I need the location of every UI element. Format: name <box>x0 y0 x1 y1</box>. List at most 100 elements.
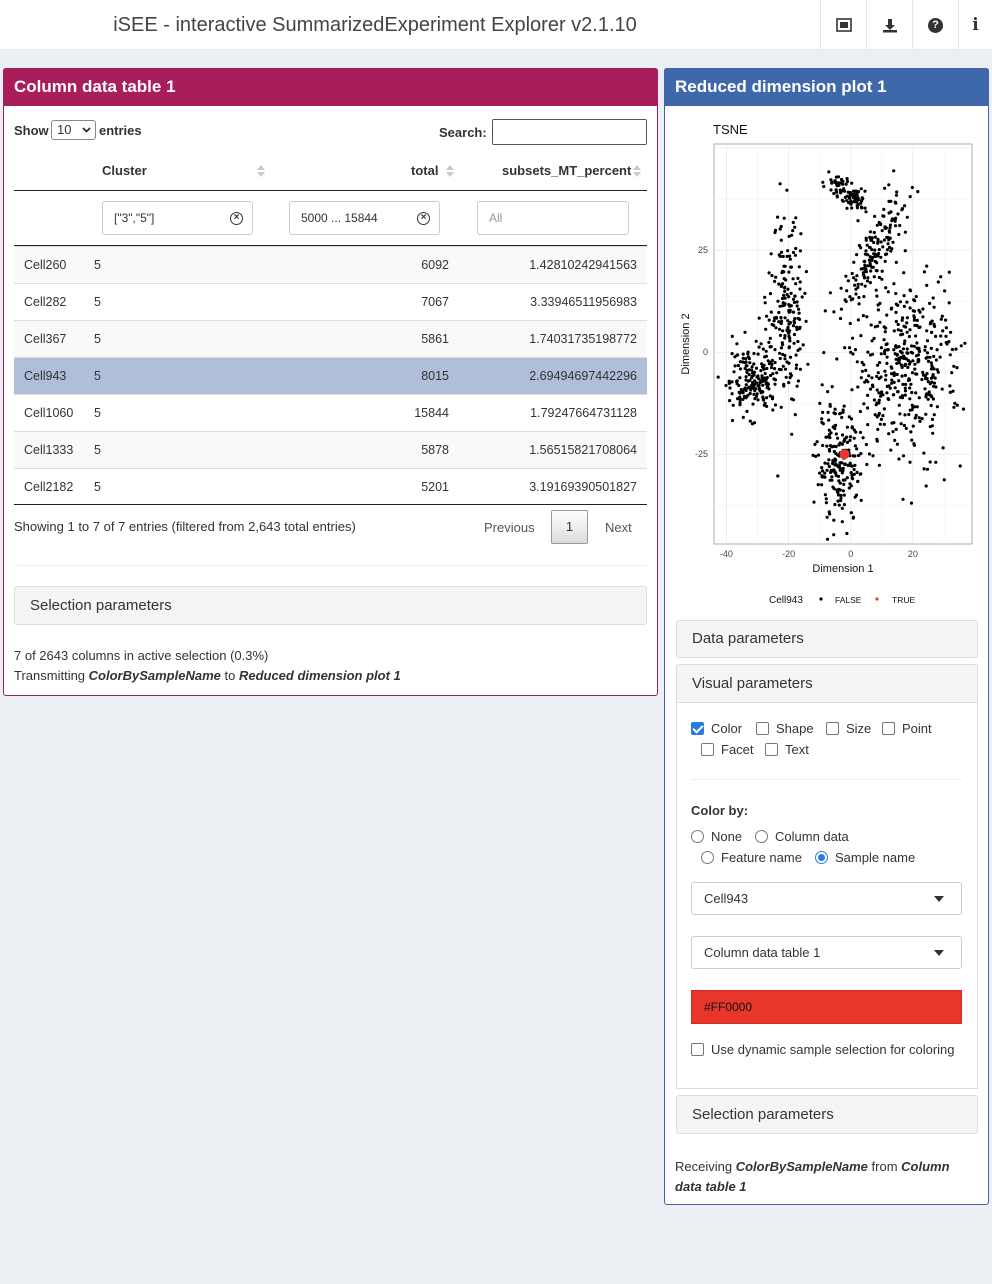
previous-button[interactable]: Previous <box>484 520 535 535</box>
data-point <box>738 400 742 405</box>
data-point <box>750 368 754 372</box>
table-row[interactable]: Cell282 5 7067 3.33946511956983 <box>14 283 647 320</box>
cell-mt-percent: 3.33946511956983 <box>530 295 637 309</box>
data-point <box>830 478 834 482</box>
page-1-button[interactable]: 1 <box>551 510 588 544</box>
entries-select[interactable]: 10 <box>51 120 96 140</box>
color-by-sample-name-radio[interactable] <box>815 851 828 864</box>
color-checkbox[interactable] <box>691 722 704 735</box>
data-point <box>854 200 858 204</box>
table-row[interactable]: Cell260 5 6092 1.42810242941563 <box>14 246 647 283</box>
data-point <box>863 284 867 288</box>
table-row[interactable]: Cell2182 5 5201 3.19169390501827 <box>14 468 647 505</box>
data-point <box>795 304 799 308</box>
data-point <box>892 329 896 333</box>
data-point <box>761 397 765 401</box>
data-point <box>744 383 748 387</box>
data-point <box>765 314 769 318</box>
data-point <box>828 436 832 440</box>
data-point <box>884 342 888 347</box>
color-by-feature-name-radio[interactable] <box>701 851 714 864</box>
selection-parameters-toggle[interactable]: Selection parameters <box>14 586 647 625</box>
data-point <box>935 368 939 372</box>
clear-filter-icon[interactable]: × <box>417 212 430 225</box>
data-point <box>786 319 790 323</box>
sort-icon[interactable] <box>257 165 265 177</box>
entries-value: 10 <box>57 122 72 137</box>
column-header-subsets-mt-percent[interactable]: subsets_MT_percent <box>502 163 631 178</box>
data-point <box>871 454 875 458</box>
source-table-select[interactable]: Column data table 1 <box>691 936 962 969</box>
text-checkbox[interactable] <box>765 743 778 756</box>
sample-name-select[interactable]: Cell943 <box>691 882 962 915</box>
data-point <box>840 461 844 465</box>
data-point <box>918 419 922 423</box>
data-point <box>868 387 873 391</box>
data-point <box>850 193 854 197</box>
table-row[interactable]: Cell1333 5 5878 1.56515821708064 <box>14 431 647 468</box>
data-point <box>881 393 885 397</box>
total-filter-input[interactable]: 5000 ... 15844 × <box>289 201 440 235</box>
data-point <box>929 376 933 380</box>
data-point <box>798 347 802 351</box>
data-point <box>859 498 863 502</box>
data-point <box>781 364 785 368</box>
data-point <box>893 438 897 442</box>
data-point <box>830 475 834 479</box>
color-by-column-data-radio[interactable] <box>755 830 768 843</box>
data-point <box>869 323 873 327</box>
size-checkbox[interactable] <box>826 722 839 735</box>
data-point <box>735 353 739 357</box>
data-point <box>780 271 784 275</box>
download-button[interactable] <box>866 0 912 50</box>
visual-parameters-toggle[interactable]: Visual parameters <box>676 664 978 703</box>
point-checkbox[interactable] <box>882 722 895 735</box>
table-row-selected[interactable]: Cell943 5 8015 2.69494697442296 <box>14 357 647 394</box>
shape-checkbox[interactable] <box>756 722 769 735</box>
screenshot-button[interactable] <box>820 0 866 50</box>
data-point <box>845 179 850 184</box>
data-point <box>779 250 784 254</box>
data-point <box>779 315 783 320</box>
facet-checkbox[interactable] <box>701 743 714 756</box>
data-point <box>917 416 921 420</box>
data-point <box>849 199 853 203</box>
search-input[interactable] <box>492 119 647 145</box>
next-button[interactable]: Next <box>605 520 632 535</box>
data-point <box>791 250 796 255</box>
data-point <box>882 422 886 426</box>
data-point <box>866 406 870 410</box>
cluster-filter-input[interactable]: ["3","5"] × <box>102 201 253 235</box>
data-point <box>787 334 791 338</box>
data-point <box>845 177 849 181</box>
table-row[interactable]: Cell367 5 5861 1.74031735198772 <box>14 320 647 357</box>
color-by-none-radio[interactable] <box>691 830 704 843</box>
data-point <box>828 291 832 295</box>
help-button[interactable]: ? <box>912 0 958 50</box>
data-point <box>930 330 934 334</box>
column-header-total[interactable]: total <box>411 163 438 178</box>
sort-icon[interactable] <box>633 165 641 177</box>
color-by-sample-name-label: Sample name <box>835 850 916 865</box>
selection-parameters-toggle[interactable]: Selection parameters <box>676 1095 978 1134</box>
sort-icon[interactable] <box>446 165 454 177</box>
column-header-cluster[interactable]: Cluster <box>102 163 147 178</box>
data-parameters-toggle[interactable]: Data parameters <box>676 620 978 658</box>
table-row[interactable]: Cell1060 5 15844 1.79247664731128 <box>14 394 647 431</box>
dynamic-selection-checkbox[interactable] <box>691 1043 704 1056</box>
subsets-filter-input[interactable]: All <box>477 201 629 235</box>
data-point <box>842 482 846 486</box>
data-point <box>840 520 844 524</box>
data-point <box>839 307 843 311</box>
help-icon: ? <box>928 17 943 33</box>
data-point <box>877 248 881 252</box>
info-button[interactable]: i <box>958 0 992 50</box>
data-point <box>861 314 865 318</box>
source-table-value: Column data table 1 <box>704 945 821 960</box>
highlight-color-input[interactable]: #FF0000 <box>691 990 962 1024</box>
tsne-plot[interactable]: TSNE -40 -20 0 20 25 0 -25 Dimension 1 Dimensi… <box>675 112 977 612</box>
data-point <box>830 180 834 184</box>
clear-filter-icon[interactable]: × <box>230 212 243 225</box>
data-point <box>841 182 845 186</box>
data-point <box>770 322 774 327</box>
